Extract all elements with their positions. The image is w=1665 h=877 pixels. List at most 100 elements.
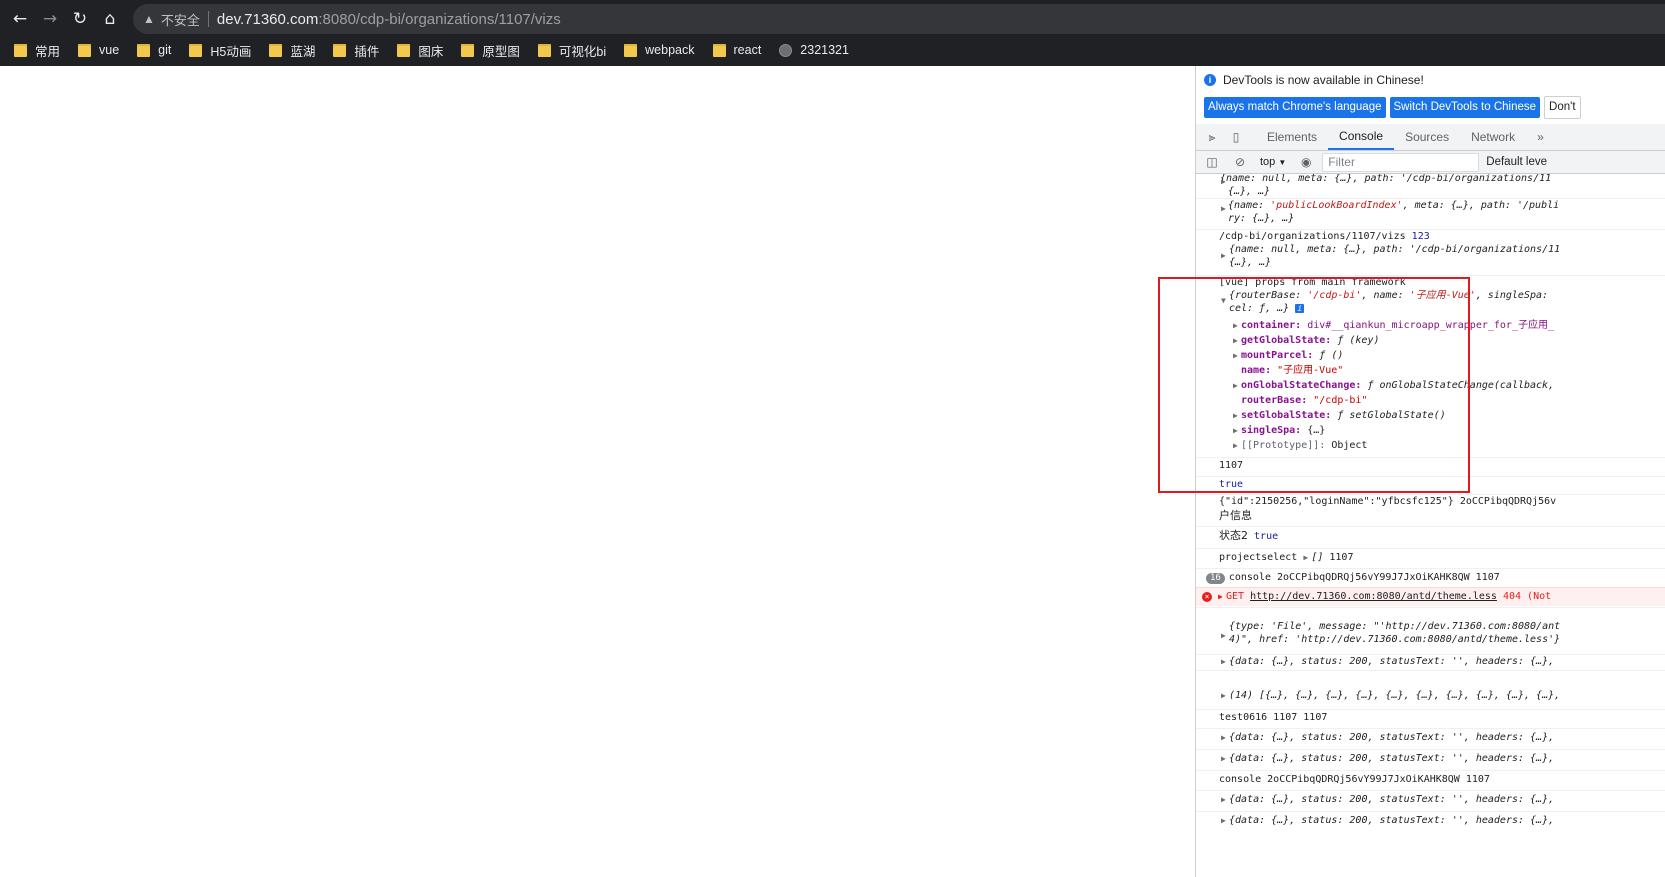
log-text: {data: {…}, status: 200, statusText: '',… <box>1229 732 1555 743</box>
expand-arrow-icon[interactable]: ▶ <box>1221 812 1229 830</box>
filter-input[interactable]: Filter <box>1322 152 1480 172</box>
device-toolbar-icon[interactable]: ▯ <box>1228 130 1244 144</box>
expand-arrow-icon[interactable]: ▶ <box>1221 689 1229 703</box>
tree-node[interactable]: ▶ singleSpa: {…} <box>1233 423 1665 438</box>
tab-network[interactable]: Network <box>1460 124 1526 150</box>
bookmark-label: 可视化bi <box>558 44 607 59</box>
bookmark-label: webpack <box>645 43 695 57</box>
eye-icon[interactable]: ◉ <box>1298 155 1314 169</box>
string-value: '/cdp-bi' <box>1307 290 1362 301</box>
folder-icon <box>137 43 151 57</box>
expand-arrow-icon[interactable]: ▶ <box>1221 177 1229 186</box>
console-error: × ▶ GET http://dev.71360.com:8080/antd/the… <box>1196 587 1665 606</box>
bookmark-item[interactable]: 2321321 <box>779 43 849 57</box>
error-url-link[interactable]: http://dev.71360.com:8080/antd/theme.les… <box>1250 591 1497 602</box>
console-toolbar: ◫ ⊘ top ▼ ◉ Filter Default leve <box>1196 151 1665 174</box>
expand-arrow-icon[interactable]: ▶ <box>1221 251 1229 260</box>
folder-icon <box>712 43 726 57</box>
bookmarks-bar: 常用 vue git H5动画 蓝湖 插件 图床 原型图 可视化bi webpa… <box>0 36 1665 64</box>
folder-icon <box>189 43 203 57</box>
log-text: {name: null, meta: {…}, path: '/cdp-bi/o… <box>1220 174 1552 184</box>
bookmark-item[interactable]: 可视化bi <box>537 41 607 60</box>
page-content <box>0 66 1195 877</box>
forward-arrow-icon[interactable]: → <box>37 6 63 32</box>
bookmark-item[interactable]: 插件 <box>333 41 379 60</box>
bookmark-item[interactable]: 图床 <box>397 41 443 60</box>
log-text: {…}, …} <box>1229 257 1272 268</box>
expand-arrow-icon[interactable]: ▶ <box>1221 204 1229 213</box>
log-text: GET <box>1226 591 1245 602</box>
omnibox-divider <box>207 11 209 27</box>
clear-console-icon[interactable]: ⊘ <box>1232 155 1248 169</box>
expand-arrow-icon[interactable]: ▶ <box>1221 631 1229 640</box>
bookmark-label: 2321321 <box>800 43 849 57</box>
devtools-tabbar: ⫸ ▯ Elements Console Sources Network » <box>1196 124 1665 151</box>
log-text: (14) [{…}, {…}, {…}, {…}, {…}, {…}, {…},… <box>1229 690 1561 701</box>
tree-node[interactable]: ▶ getGlobalState: ƒ (key) <box>1233 333 1665 348</box>
tree-node: routerBase: "/cdp-bi" <box>1241 395 1368 406</box>
log-text: 404 (Not <box>1502 591 1552 602</box>
tab-elements[interactable]: Elements <box>1256 124 1328 150</box>
infobar-text: DevTools is now available in Chinese! <box>1223 72 1424 87</box>
console-message: console 2oCCPibqQDRQj56vY99J7JxOiKAHK8QW… <box>1196 770 1665 788</box>
tree-node[interactable]: ▶ [[Prototype]]: Object <box>1233 438 1665 453</box>
back-arrow-icon[interactable]: ← <box>7 6 33 32</box>
console-message: {"id":2150256,"loginName":"yfbcsfc125"} … <box>1196 494 1665 523</box>
folder-icon <box>14 43 27 57</box>
expand-arrow-icon[interactable]: ▶ <box>1221 791 1229 809</box>
dont-show-button[interactable]: Don't <box>1544 95 1581 119</box>
folder-icon <box>333 43 347 57</box>
console-message: true <box>1196 476 1665 493</box>
console-message: ▶ {data: {…}, status: 200, statusText: ''… <box>1196 749 1665 768</box>
bookmark-label: 插件 <box>354 44 380 59</box>
context-selector[interactable]: top ▼ <box>1260 156 1286 168</box>
inspect-element-icon[interactable]: ⫸ <box>1204 130 1220 144</box>
more-tabs-icon[interactable]: » <box>1526 124 1555 150</box>
warning-triangle-icon: ▲ <box>143 12 155 26</box>
bookmark-item[interactable]: 常用 <box>14 41 60 60</box>
log-text: console 2oCCPibqQDRQj56vY99J7JxOiKAHK8QW… <box>1228 572 1500 583</box>
bookmark-label: 蓝湖 <box>290 44 316 59</box>
expand-arrow-icon[interactable]: ▶ <box>1218 588 1226 606</box>
bookmark-item[interactable]: 原型图 <box>461 41 520 60</box>
match-language-button[interactable]: Always match Chrome's language <box>1204 96 1386 118</box>
home-icon[interactable]: ⌂ <box>97 6 123 32</box>
context-label: top <box>1260 156 1276 168</box>
tree-node[interactable]: ▶ onGlobalStateChange: ƒ onGlobalStateCha… <box>1233 378 1665 393</box>
log-text: {…}, …} <box>1228 186 1271 197</box>
console-message: {type: 'File', message: "'http://dev.713… <box>1196 607 1665 651</box>
bookmark-item[interactable]: webpack <box>624 43 695 57</box>
boolean-value: true <box>1254 531 1279 542</box>
tree-node[interactable]: ▶ setGlobalState: ƒ setGlobalState() <box>1233 408 1665 423</box>
expand-arrow-icon[interactable]: ▶ <box>1221 750 1229 768</box>
console-message: /cdp-bi/organizations/1107/vizs 123 {nam… <box>1196 229 1665 269</box>
console-message: {name: 'publicLookBoardIndex', meta: {…}… <box>1196 198 1665 225</box>
globe-icon <box>779 43 793 57</box>
tab-console[interactable]: Console <box>1328 124 1395 150</box>
bookmark-item[interactable]: react <box>712 43 761 57</box>
browser-toolbar: ← → ↻ ⌂ ▲ 不安全 dev.71360.com:8080/cdp-bi/… <box>0 0 1665 66</box>
bookmark-item[interactable]: vue <box>78 43 119 57</box>
folder-icon <box>269 43 283 57</box>
reload-icon[interactable]: ↻ <box>67 6 93 32</box>
collapse-arrow-icon[interactable]: ▼ <box>1221 296 1229 305</box>
console-message: ▶ {data: {…}, status: 200, statusText: ''… <box>1196 811 1665 830</box>
log-text: , singleSpa: <box>1475 290 1549 301</box>
tree-node[interactable]: ▶ mountParcel: ƒ () <box>1233 348 1665 363</box>
switch-chinese-button[interactable]: Switch DevTools to Chinese <box>1389 96 1541 118</box>
sidebar-toggle-icon[interactable]: ◫ <box>1204 155 1220 169</box>
tree-node[interactable]: ▶ container: div#__qiankun_microapp_wrapp… <box>1233 318 1665 333</box>
expand-arrow-icon[interactable]: ▶ <box>1221 655 1229 669</box>
string-value: '子应用-Vue' <box>1409 290 1476 301</box>
bookmark-item[interactable]: 蓝湖 <box>269 41 315 60</box>
bookmark-item[interactable]: H5动画 <box>189 41 251 60</box>
info-icon: i <box>1204 73 1216 86</box>
expand-arrow-icon[interactable]: ▶ <box>1221 729 1229 747</box>
tab-sources[interactable]: Sources <box>1394 124 1460 150</box>
bookmark-label: H5动画 <box>210 44 252 59</box>
address-bar[interactable]: ▲ 不安全 dev.71360.com:8080/cdp-bi/organiza… <box>133 4 1665 34</box>
console-message: projectselect ▶[] 1107 <box>1196 548 1665 567</box>
bookmark-item[interactable]: git <box>137 43 171 57</box>
log-levels-dropdown[interactable]: Default leve <box>1486 156 1547 168</box>
folder-icon <box>537 43 551 57</box>
